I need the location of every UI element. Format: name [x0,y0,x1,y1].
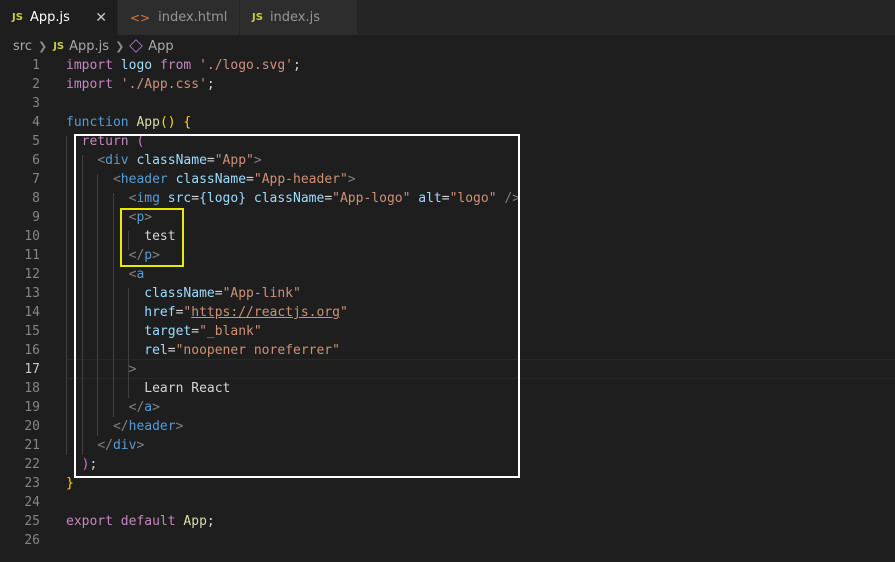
code-line: 24 [0,493,895,512]
code-token: ; [206,514,215,529]
line-number: 16 [24,343,40,358]
code-token: function [66,115,129,130]
chevron-right-icon: ❯ [115,39,125,53]
breadcrumb-folder[interactable]: src [13,39,32,54]
code-token: App [183,514,207,529]
line-number: 18 [24,381,40,396]
line-number: 5 [32,134,40,149]
code-token: import [66,58,113,73]
code-line: 2 import './App.css'; [0,75,895,94]
code-line: 4 function App() { [0,113,895,132]
line-number: 12 [24,267,40,282]
tab-label: index.js [269,10,321,25]
code-token: from [159,58,192,73]
breadcrumb-file[interactable]: App.js [69,39,109,54]
code-token: import [66,77,113,92]
line-number: 17 [24,362,40,377]
tab-label: App.js [29,10,70,25]
tab-bar: JS App.js ✕ <> index.html JS index.js [0,0,895,35]
code-line: 1 import logo from './logo.svg'; [0,56,895,75]
line-number: 4 [32,115,40,130]
tab-label: index.html [158,10,228,25]
breadcrumb-symbol[interactable]: App [148,39,173,54]
code-token: ; [206,77,215,92]
line-number: 25 [24,514,40,529]
code-text: import './App.css'; [66,75,215,94]
js-file-icon: JS [12,12,23,23]
code-line: 26 [0,531,895,550]
chevron-right-icon: ❯ [37,39,48,53]
code-editor[interactable]: 1 import logo from './logo.svg'; 2 impor… [0,56,895,562]
line-number: 24 [24,495,40,510]
line-number: 26 [24,533,40,548]
code-line: 3 [0,94,895,113]
tab-index-js[interactable]: JS index.js [240,0,358,35]
line-number: 7 [32,172,40,187]
code-token: export [66,514,113,529]
code-token: ; [293,58,301,73]
close-icon[interactable]: ✕ [95,10,107,26]
line-number: 23 [24,476,40,491]
line-number: 22 [24,457,40,472]
line-number: 2 [32,77,40,92]
code-line: 25 export default App; [0,512,895,531]
line-number: 14 [24,305,40,320]
code-token: } [66,476,74,491]
code-text: function App() { [66,113,191,132]
tab-index-html[interactable]: <> index.html [118,0,240,35]
code-token: default [120,514,176,529]
code-token: App [136,115,160,130]
highlight-box-return-block [74,134,520,478]
symbol-cube-icon [129,39,144,53]
code-token: './logo.svg' [199,58,293,73]
highlight-box-p-element [120,208,184,267]
code-text: export default App; [66,512,215,531]
line-number: 10 [24,229,40,244]
code-text: import logo from './logo.svg'; [66,56,301,75]
js-file-icon: JS [53,40,65,52]
line-number: 11 [24,248,40,263]
line-number: 13 [24,286,40,301]
html-file-icon: <> [130,10,151,25]
code-token: { [183,115,192,130]
line-number: 21 [24,438,40,453]
code-text: } [66,474,74,493]
breadcrumb: src ❯ JS App.js ❯ App [0,35,895,57]
code-token: () [159,115,176,130]
line-number: 20 [24,419,40,434]
line-number: 3 [32,96,40,111]
line-number: 6 [32,153,40,168]
line-number: 9 [32,210,40,225]
code-token: './App.css' [120,77,207,92]
line-number: 1 [32,58,40,73]
line-number: 19 [24,400,40,415]
code-token: logo [120,58,153,73]
tab-app-js[interactable]: JS App.js ✕ [0,0,118,35]
js-file-icon: JS [252,12,263,23]
line-number: 15 [24,324,40,339]
line-number: 8 [32,191,40,206]
